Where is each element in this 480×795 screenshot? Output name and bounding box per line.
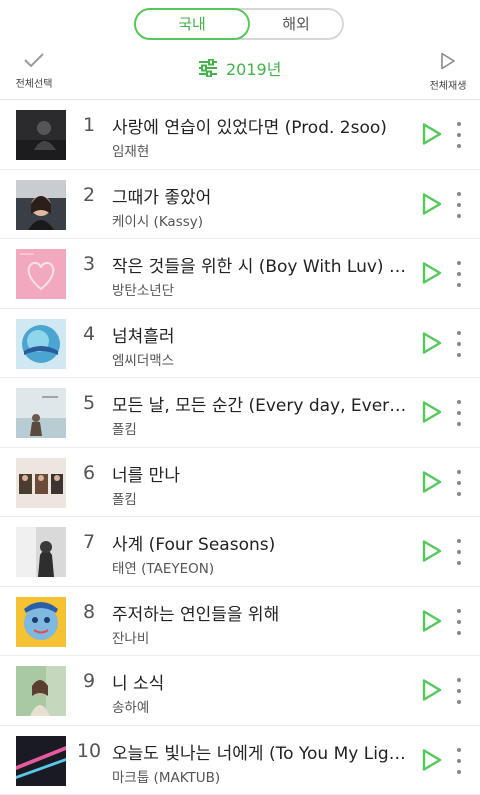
album-art [16, 249, 66, 299]
play-icon[interactable] [421, 122, 443, 146]
song-title[interactable]: 사랑에 연습이 있었다면 (Prod. 2soo) [112, 113, 410, 138]
song-title[interactable]: 주저하는 연인들을 위해 [112, 600, 410, 625]
artist-name[interactable]: 송하예 [112, 696, 402, 716]
artist-name[interactable]: 태연 (TAEYEON) [112, 557, 402, 577]
song-title[interactable]: 작은 것들을 위한 시 (Boy With Luv) (Feat. Halsey… [112, 252, 410, 277]
artist-name[interactable]: 케이시 (Kassy) [112, 210, 402, 230]
more-options-icon[interactable] [452, 331, 466, 357]
album-art [16, 666, 66, 716]
song-title[interactable]: 오늘도 빛나는 너에게 (To You My Light) (Feat. 이라온… [112, 739, 410, 764]
play-icon[interactable] [421, 192, 443, 216]
play-icon[interactable] [421, 331, 443, 355]
more-options-icon[interactable] [452, 192, 466, 218]
tab-international[interactable]: 해외 [248, 8, 344, 40]
song-list: 1 사랑에 연습이 있었다면 (Prod. 2soo) 임재현 2 그때가 좋았… [0, 100, 480, 795]
album-art [16, 110, 66, 160]
rank-number: 5 [74, 392, 104, 414]
song-row[interactable]: 2 그때가 좋았어 케이시 (Kassy) [0, 170, 480, 240]
play-icon[interactable] [421, 400, 443, 424]
artist-name[interactable]: 방탄소년단 [112, 279, 402, 299]
song-row[interactable]: 1 사랑에 연습이 있었다면 (Prod. 2soo) 임재현 [0, 100, 480, 170]
artist-name[interactable]: 엠씨더맥스 [112, 349, 402, 369]
rank-number: 3 [74, 253, 104, 275]
region-toggle: 국내 해외 [134, 8, 344, 40]
song-title[interactable]: 그때가 좋았어 [112, 183, 410, 208]
play-icon[interactable] [421, 609, 443, 633]
album-art [16, 319, 66, 369]
song-row[interactable]: 5 모든 날, 모든 순간 (Every day, Every Moment) … [0, 378, 480, 448]
filter-sliders-icon [198, 59, 218, 77]
artist-name[interactable]: 잔나비 [112, 627, 402, 647]
play-icon[interactable] [421, 748, 443, 772]
rank-number: 10 [74, 740, 104, 762]
album-art [16, 736, 66, 786]
more-options-icon[interactable] [452, 678, 466, 704]
album-art [16, 527, 66, 577]
album-art [16, 388, 66, 438]
more-options-icon[interactable] [452, 609, 466, 635]
more-options-icon[interactable] [452, 400, 466, 426]
rank-number: 6 [74, 462, 104, 484]
song-title[interactable]: 니 소식 [112, 669, 410, 694]
song-title[interactable]: 너를 만나 [112, 461, 410, 486]
more-options-icon[interactable] [452, 539, 466, 565]
more-options-icon[interactable] [452, 470, 466, 496]
artist-name[interactable]: 마크툽 (MAKTUB) [112, 766, 402, 786]
song-row[interactable]: 9 니 소식 송하예 [0, 656, 480, 726]
select-all-label: 전체선택 [8, 75, 60, 90]
album-art [16, 597, 66, 647]
song-row[interactable]: 8 주저하는 연인들을 위해 잔나비 [0, 587, 480, 657]
check-icon [23, 52, 45, 68]
song-row[interactable]: 4 넘쳐흘러 엠씨더맥스 [0, 309, 480, 379]
play-outline-icon [440, 52, 456, 70]
rank-number: 8 [74, 601, 104, 623]
year-label: 2019년 [226, 56, 281, 80]
song-row[interactable]: 3 작은 것들을 위한 시 (Boy With Luv) (Feat. Hals… [0, 239, 480, 309]
more-options-icon[interactable] [452, 261, 466, 287]
select-all-button[interactable]: 전체선택 [8, 52, 60, 90]
rank-number: 9 [74, 670, 104, 692]
more-options-icon[interactable] [452, 122, 466, 148]
play-icon[interactable] [421, 470, 443, 494]
rank-number: 7 [74, 531, 104, 553]
rank-number: 2 [74, 184, 104, 206]
play-icon[interactable] [421, 678, 443, 702]
album-art [16, 458, 66, 508]
song-row[interactable]: 6 너를 만나 폴킴 [0, 448, 480, 518]
play-icon[interactable] [421, 261, 443, 285]
play-all-button[interactable]: 전체재생 [426, 52, 470, 92]
year-filter-button[interactable]: 2019년 [198, 56, 281, 80]
artist-name[interactable]: 폴킴 [112, 488, 402, 508]
song-title[interactable]: 모든 날, 모든 순간 (Every day, Every Moment) [112, 391, 410, 416]
song-title[interactable]: 넘쳐흘러 [112, 322, 410, 347]
play-icon[interactable] [421, 539, 443, 563]
tab-domestic[interactable]: 국내 [134, 8, 250, 40]
rank-number: 4 [74, 323, 104, 345]
play-all-label: 전체재생 [426, 77, 470, 92]
artist-name[interactable]: 임재현 [112, 140, 402, 160]
song-title[interactable]: 사계 (Four Seasons) [112, 530, 410, 555]
album-art [16, 180, 66, 230]
rank-number: 1 [74, 114, 104, 136]
song-row[interactable]: 7 사계 (Four Seasons) 태연 (TAEYEON) [0, 517, 480, 587]
artist-name[interactable]: 폴킴 [112, 418, 402, 438]
song-row[interactable]: 10 오늘도 빛나는 너에게 (To You My Light) (Feat. … [0, 726, 480, 795]
more-options-icon[interactable] [452, 748, 466, 774]
